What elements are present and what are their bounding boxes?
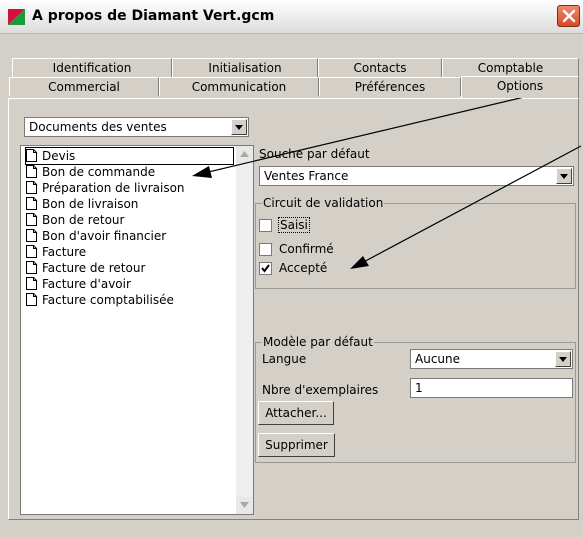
exemplaires-value: 1	[415, 381, 423, 395]
list-item-label: Bon de livraison	[42, 197, 139, 211]
list-item-label: Bon de commande	[42, 165, 156, 179]
tab-identification[interactable]: Identification	[12, 58, 172, 77]
tab-preferences[interactable]: Préférences	[319, 77, 461, 96]
langue-value: Aucune	[415, 352, 461, 366]
app-icon	[8, 9, 25, 25]
list-item-label: Facture	[42, 245, 87, 259]
dialog-window: A propos de Diamant Vert.gcm Identificat…	[0, 0, 583, 537]
souche-value: Ventes France	[264, 169, 349, 183]
delete-button[interactable]: Supprimer	[258, 433, 335, 457]
langue-label: Langue	[262, 352, 307, 366]
scroll-up-button[interactable]	[236, 146, 253, 163]
tab-label: Identification	[52, 61, 132, 75]
accepte-label: Accepté	[279, 261, 328, 275]
exemplaires-input[interactable]: 1	[410, 378, 573, 398]
tab-label: Préférences	[354, 80, 426, 94]
list-item-label: Bon de retour	[42, 213, 125, 227]
langue-select[interactable]: Aucune	[410, 349, 573, 369]
tab-contacts[interactable]: Contacts	[318, 58, 442, 77]
close-button[interactable]	[557, 5, 580, 27]
accepte-checkbox[interactable]	[259, 262, 272, 275]
chevron-up-icon	[240, 151, 249, 157]
souche-select[interactable]: Ventes France	[259, 166, 574, 186]
tab-options[interactable]: Options	[461, 76, 579, 98]
tab-label: Comptable	[477, 61, 544, 75]
saisi-label: Saisi	[278, 217, 310, 233]
document-icon	[26, 229, 37, 242]
list-item-label: Bon d'avoir financier	[42, 229, 167, 243]
document-icon	[26, 165, 37, 178]
close-icon	[562, 9, 576, 23]
attach-button[interactable]: Attacher...	[258, 401, 334, 425]
tab-communication[interactable]: Communication	[159, 77, 319, 96]
souche-label: Souche par défaut	[259, 147, 370, 161]
list-item-label: Facture d'avoir	[42, 277, 131, 291]
document-icon	[26, 293, 37, 306]
tab-label: Contacts	[353, 61, 407, 75]
document-icon	[26, 197, 37, 210]
chevron-down-icon	[240, 502, 249, 508]
list-item-label: Facture de retour	[42, 261, 146, 275]
list-scrollbar[interactable]	[236, 146, 253, 514]
list-item-label: Préparation de livraison	[42, 181, 185, 195]
document-icon	[26, 213, 37, 226]
document-icon	[26, 277, 37, 290]
tab-label: Commercial	[48, 80, 120, 94]
saisi-checkbox[interactable]	[259, 219, 272, 232]
window-title: A propos de Diamant Vert.gcm	[32, 8, 275, 24]
tab-label: Initialisation	[208, 61, 282, 75]
tab-label: Options	[496, 79, 544, 93]
tab-initialisation[interactable]: Initialisation	[172, 58, 318, 77]
checkmark-icon	[261, 264, 270, 273]
chevron-down-icon[interactable]	[231, 119, 247, 135]
tab-commercial[interactable]: Commercial	[9, 77, 159, 96]
title-bar[interactable]: A propos de Diamant Vert.gcm	[0, 0, 583, 34]
document-icon	[26, 181, 37, 194]
chevron-down-icon[interactable]	[556, 168, 572, 184]
exemplaires-label: Nbre d'exemplaires	[262, 383, 379, 397]
confirme-label: Confirmé	[279, 242, 334, 256]
circuit-validation-title: Circuit de validation	[262, 196, 385, 210]
document-type-value: Documents des ventes	[29, 120, 167, 134]
document-icon	[26, 245, 37, 258]
document-icon	[26, 149, 37, 162]
list-item-devis[interactable]: Devis	[25, 147, 234, 165]
document-list[interactable]: Devis Bon de commande Préparation de liv…	[20, 145, 254, 515]
modele-title: Modèle par défaut	[262, 335, 374, 349]
scroll-down-button[interactable]	[236, 497, 253, 514]
document-type-select[interactable]: Documents des ventes	[24, 117, 249, 137]
list-item-label: Devis	[42, 149, 76, 163]
document-icon	[26, 261, 37, 274]
confirme-checkbox[interactable]	[259, 243, 272, 256]
tab-label: Communication	[191, 80, 287, 94]
tab-comptable[interactable]: Comptable	[442, 58, 579, 77]
list-item-label: Facture comptabilisée	[42, 293, 174, 307]
chevron-down-icon[interactable]	[555, 351, 571, 367]
